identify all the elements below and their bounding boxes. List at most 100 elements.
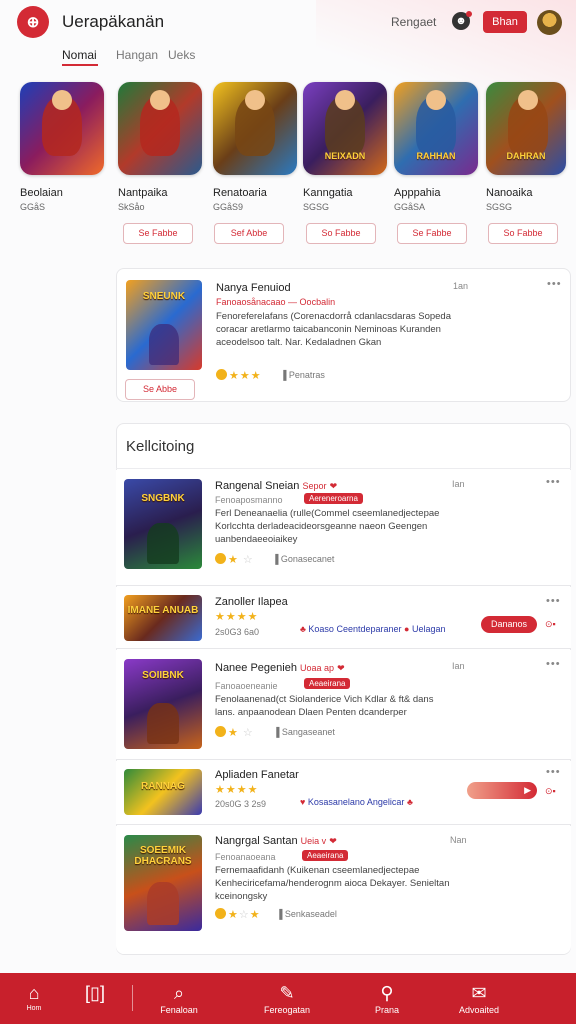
avatar[interactable] (537, 10, 562, 35)
game-list-item[interactable]: SOIIBNK Nanee Pegenieh Uoaa ap ❤ Fanoaoe… (116, 650, 571, 760)
featured-item[interactable]: Renatoaria GGåS9 (213, 82, 303, 212)
play-button[interactable]: Se Abbe (125, 379, 195, 400)
featured-item[interactable]: Nantpaika SkSåo (118, 82, 208, 212)
featured-button[interactable]: So Fabbe (306, 223, 376, 244)
game-art-text: RANNAG (141, 780, 185, 792)
section-title: Kellcitoing (126, 438, 195, 455)
featured-button[interactable]: Se Fabbe (397, 223, 467, 244)
nav-grid[interactable]: [▯] (78, 973, 112, 1024)
game-meta: 20s0G 3 2s9 (215, 799, 267, 809)
game-title: Nanya Fenuiod (216, 282, 291, 294)
nav-fenaloan[interactable]: ⌕ Fenaloan (148, 973, 210, 1024)
flag-icon: ● (404, 624, 412, 634)
game-art (20, 82, 104, 175)
featured-title: Apppahia (394, 187, 441, 199)
genre-pill: Aeaeirana (302, 850, 349, 861)
game-art (213, 82, 297, 175)
more-options-icon[interactable]: ••• (547, 278, 562, 290)
featured-title: Nanoaika (486, 187, 533, 199)
more-options-icon[interactable]: ••• (546, 476, 561, 488)
more-options-icon[interactable]: ••• (546, 658, 561, 670)
featured-title: Nantpaika (118, 187, 168, 199)
more-options-icon[interactable]: ••• (546, 766, 561, 778)
game-art (118, 82, 202, 175)
rating-label: ▐ Sangaseanet (273, 727, 335, 737)
heart-icon[interactable]: ❤ (329, 836, 337, 846)
game-title: Nangrgal Santan Ueia v ❤ (215, 835, 337, 847)
nav-prana[interactable]: ⚲ Prana (362, 973, 412, 1024)
featured-game-card[interactable]: SNEUNK Nanya Fenuiod Fanoaosånacaao — Oo… (116, 268, 571, 402)
nav-advoaited[interactable]: ✉ Advoaited (448, 973, 510, 1024)
nav-label: Prana (374, 1005, 400, 1015)
featured-button[interactable]: Sef Abbe (214, 223, 284, 244)
featured-title: Renatoaria (213, 187, 267, 199)
developer-link2-text: Uelagan (411, 624, 446, 634)
share-icon[interactable]: ⊙▪ (545, 619, 556, 630)
featured-item[interactable]: Beolaian GGåS (20, 82, 110, 212)
game-art-figure (147, 703, 179, 744)
heart-icon[interactable]: ❤ (330, 481, 338, 491)
game-list-item[interactable]: SNGBNK Rangenal Sneian Sepor ❤ Fenoaposm… (116, 470, 571, 586)
featured-item[interactable]: RAHHAN Apppahia GGåSA (394, 82, 484, 212)
featured-item[interactable]: NEIXADN Kanngatia SGSG (303, 82, 393, 212)
coin-icon (215, 726, 226, 737)
developer-link-text: Kosasanelano Angelicar (307, 797, 405, 807)
game-description: Fernemaafidanh (Kuikenan cseemlanedjecte… (215, 865, 450, 902)
flag-icon: ♣ (406, 797, 413, 807)
game-list-item[interactable]: IMANE ANUAB Zanoller Ilapea ★★★★ 2s0G3 6… (116, 587, 571, 649)
notification-badge (466, 11, 472, 17)
game-list-item[interactable]: SOEEMIK DHACRANS Nangrgal Santan Ueia v … (116, 826, 571, 954)
nav-home[interactable]: ⌂ Hom (16, 973, 52, 1024)
rating-stars: ★☆★ (215, 908, 261, 921)
nav-label: Fenaloan (160, 1005, 198, 1015)
game-art-figure-head (426, 90, 446, 110)
game-list-item[interactable]: RANNAG Apliaden Fanetar ★★★★ 20s0G 3 2s9… (116, 761, 571, 825)
rating-label: ▐ Senkaseadel (276, 909, 337, 919)
app-logo-icon[interactable]: ⊕ (17, 6, 49, 38)
login-button[interactable]: Bhan (483, 11, 527, 33)
more-options-icon[interactable]: ••• (546, 595, 561, 607)
featured-button[interactable]: So Fabbe (488, 223, 558, 244)
divider (116, 468, 571, 469)
game-art-figure-head (335, 90, 355, 110)
featured-item[interactable]: DAHRAN Nanoaika SGSG (486, 82, 576, 212)
search-icon: ⌕ (173, 983, 185, 1003)
game-art-text: SNGBNK (141, 493, 185, 505)
featured-meta: SkSåo (118, 202, 145, 212)
share-icon[interactable]: ⊙▪ (545, 786, 556, 797)
tab-hangan[interactable]: Hangan (116, 48, 158, 62)
game-subtitle: Fanoaoeneanie (215, 681, 278, 691)
game-art-text: SNEUNK (142, 290, 186, 302)
heart-icon[interactable]: ❤ (337, 663, 345, 673)
tab-nomai[interactable]: Nomai (62, 48, 97, 62)
app-header: ⊕ Uerapäkanän Rengaet ☻ Bhan (0, 0, 576, 46)
featured-button[interactable]: Se Fabbe (123, 223, 193, 244)
developer-link[interactable]: ♥ Kosasanelano Angelicar ♣ (300, 797, 413, 807)
featured-title: Kanngatia (303, 187, 353, 199)
featured-meta: SGSG (486, 202, 513, 212)
play-button[interactable]: ▶ (467, 782, 537, 799)
game-art-text: SOIIBNK (142, 669, 184, 681)
chart-icon: ▐ (273, 727, 282, 737)
grid-icon: [▯] (85, 983, 105, 1003)
game-title: Nanee Pegenieh Uoaa ap ❤ (215, 662, 345, 674)
rating-label-text: Senkaseadel (284, 909, 337, 919)
chart-icon: ▐ (280, 370, 289, 380)
game-art-figure-head (518, 90, 538, 110)
genre-pill: Aeaeirana (304, 678, 351, 689)
nav-fereogatan[interactable]: ✎ Fereogatan (254, 973, 320, 1024)
download-button[interactable]: Dananos (481, 616, 537, 633)
tab-ueks[interactable]: Ueks (168, 48, 195, 62)
register-link[interactable]: Rengaet (391, 15, 436, 29)
game-meta: 2s0G3 6a0 (215, 627, 260, 637)
home-icon: ⌂ (28, 983, 40, 1003)
game-art-figure-head (245, 90, 265, 110)
rating-label-text: Sangaseanet (281, 727, 335, 737)
developer-link[interactable]: ♣ Koaso Ceentdeparaner ● Uelagan (300, 624, 445, 634)
featured-meta: GGåS (20, 202, 46, 212)
rating-label-text: Penatras (288, 370, 325, 380)
game-thumbnail: SNEUNK (126, 280, 202, 370)
nav-label: Advoaited (458, 1005, 500, 1015)
game-title: Rangenal Sneian Sepor ❤ (215, 480, 337, 492)
game-badge: Sepor (302, 481, 327, 491)
